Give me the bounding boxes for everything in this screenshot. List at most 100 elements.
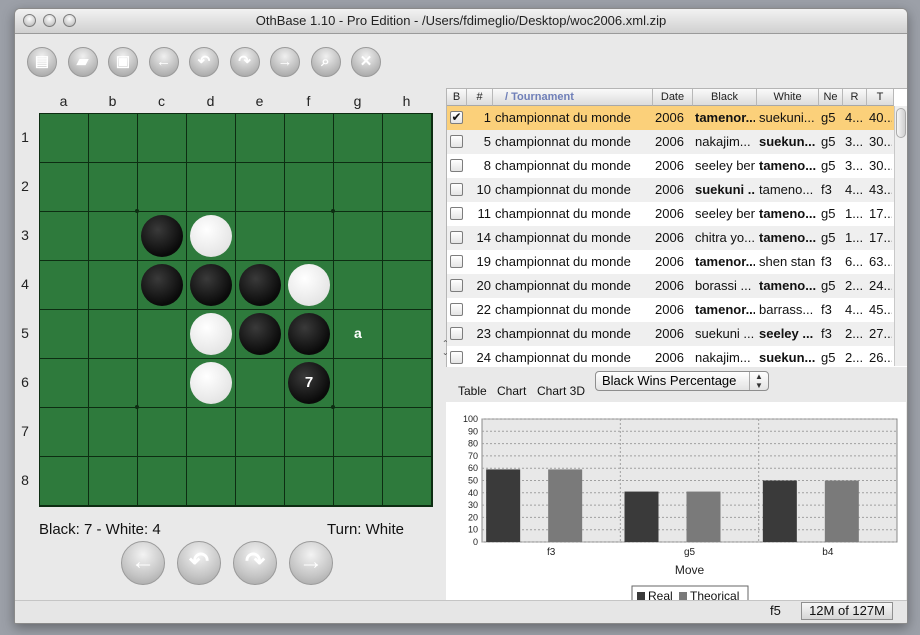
board-cell-h7[interactable] bbox=[383, 408, 432, 457]
board-cell-e8[interactable] bbox=[236, 457, 285, 506]
board-cell-a5[interactable] bbox=[40, 310, 89, 359]
board-cell-c8[interactable] bbox=[138, 457, 187, 506]
board-cell-e1[interactable] bbox=[236, 114, 285, 163]
board-cell-h6[interactable] bbox=[383, 359, 432, 408]
board-cell-g2[interactable] bbox=[334, 163, 383, 212]
row-checkbox[interactable] bbox=[450, 207, 463, 220]
title-bar[interactable]: OthBase 1.10 - Pro Edition - /Users/fdim… bbox=[15, 9, 907, 34]
next-move-button[interactable]: ↷ bbox=[233, 541, 277, 585]
board-cell-e2[interactable] bbox=[236, 163, 285, 212]
save-icon[interactable]: ▣ bbox=[108, 47, 138, 77]
board-cell-h5[interactable] bbox=[383, 310, 432, 359]
column-header-date[interactable]: Date bbox=[653, 89, 693, 106]
board-cell-f7[interactable] bbox=[285, 408, 334, 457]
bar-theorical-f3[interactable] bbox=[548, 469, 583, 542]
column-header-black[interactable]: Black bbox=[693, 89, 757, 106]
column-header-t[interactable]: T bbox=[867, 89, 894, 106]
board-cell-d8[interactable] bbox=[187, 457, 236, 506]
row-checkbox[interactable] bbox=[450, 183, 463, 196]
previous-move-button[interactable]: ↶ bbox=[177, 541, 221, 585]
board-cell-e6[interactable] bbox=[236, 359, 285, 408]
row-checkbox[interactable] bbox=[450, 231, 463, 244]
board-cell-f2[interactable] bbox=[285, 163, 334, 212]
board-cell-f1[interactable] bbox=[285, 114, 334, 163]
board-cell-f8[interactable] bbox=[285, 457, 334, 506]
chart-type-select[interactable]: Black Wins Percentage ▲ ▼ bbox=[595, 371, 769, 391]
board-cell-a2[interactable] bbox=[40, 163, 89, 212]
column-header-next[interactable]: Ne bbox=[819, 89, 843, 106]
bar-real-b4[interactable] bbox=[762, 480, 797, 543]
board-cell-d7[interactable] bbox=[187, 408, 236, 457]
board-cell-e7[interactable] bbox=[236, 408, 285, 457]
back-icon[interactable]: ↶ bbox=[189, 47, 219, 77]
search-icon[interactable]: ⌕ bbox=[310, 47, 341, 77]
board-cell-d1[interactable] bbox=[187, 114, 236, 163]
board-cell-b1[interactable] bbox=[89, 114, 138, 163]
othello-board[interactable]: 7a bbox=[39, 113, 433, 507]
board-cell-c7[interactable] bbox=[138, 408, 187, 457]
first-icon[interactable]: ← bbox=[148, 47, 179, 77]
column-header-b[interactable]: B bbox=[447, 89, 467, 106]
tab-chart[interactable]: Chart bbox=[497, 384, 526, 398]
forward-icon[interactable]: ↷ bbox=[229, 47, 260, 77]
board-cell-h2[interactable] bbox=[383, 163, 432, 212]
first-move-button[interactable]: ← bbox=[121, 541, 165, 585]
tab-chart-3d[interactable]: Chart 3D bbox=[537, 384, 585, 398]
row-checkbox[interactable] bbox=[450, 279, 463, 292]
board-cell-a4[interactable] bbox=[40, 261, 89, 310]
table-row[interactable]: 19 championnat du monde 2006 tamenor... shen… bbox=[447, 250, 894, 274]
board-cell-a1[interactable] bbox=[40, 114, 89, 163]
document-icon[interactable]: ▤ bbox=[27, 47, 57, 77]
board-cell-b2[interactable] bbox=[89, 163, 138, 212]
table-row[interactable]: 24 championnat du monde 2006 nakajim... suek… bbox=[447, 346, 894, 367]
bar-real-g5[interactable] bbox=[624, 491, 659, 542]
table-row[interactable]: 8 championnat du monde 2006 seeley ben tamen… bbox=[447, 154, 894, 178]
bar-real-f3[interactable] bbox=[486, 469, 521, 542]
board-cell-b7[interactable] bbox=[89, 408, 138, 457]
table-row[interactable]: 20 championnat du monde 2006 borassi ... tam… bbox=[447, 274, 894, 298]
memory-indicator[interactable]: 12M of 127M bbox=[801, 602, 893, 620]
board-cell-c2[interactable] bbox=[138, 163, 187, 212]
board-cell-a6[interactable] bbox=[40, 359, 89, 408]
table-row[interactable]: 11 championnat du monde 2006 seeley ben tame… bbox=[447, 202, 894, 226]
row-checkbox[interactable] bbox=[450, 159, 463, 172]
table-row[interactable]: 10 championnat du monde 2006 suekuni ... tam… bbox=[447, 178, 894, 202]
board-cell-b6[interactable] bbox=[89, 359, 138, 408]
last-icon[interactable]: → bbox=[270, 47, 300, 77]
table-row[interactable]: 22 championnat du monde 2006 tamenor... barr… bbox=[447, 298, 894, 322]
move-hint-label[interactable]: a bbox=[354, 325, 362, 341]
board-cell-a7[interactable] bbox=[40, 408, 89, 457]
board-cell-a8[interactable] bbox=[40, 457, 89, 506]
column-header-num[interactable]: # bbox=[467, 89, 493, 106]
board-cell-g8[interactable] bbox=[334, 457, 383, 506]
board-cell-h4[interactable] bbox=[383, 261, 432, 310]
board-cell-b3[interactable] bbox=[89, 212, 138, 261]
board-cell-g6[interactable] bbox=[334, 359, 383, 408]
column-header-r[interactable]: R bbox=[843, 89, 867, 106]
board-cell-c5[interactable] bbox=[138, 310, 187, 359]
board-cell-c1[interactable] bbox=[138, 114, 187, 163]
tab-table[interactable]: Table bbox=[458, 384, 487, 398]
board-cell-h1[interactable] bbox=[383, 114, 432, 163]
board-cell-g3[interactable] bbox=[334, 212, 383, 261]
board-cell-h3[interactable] bbox=[383, 212, 432, 261]
row-checkbox[interactable]: ✔ bbox=[450, 111, 463, 124]
row-checkbox[interactable] bbox=[450, 135, 463, 148]
row-checkbox[interactable] bbox=[450, 303, 463, 316]
table-row[interactable]: ✔ 1 championnat du monde 2006 tamenor... suek… bbox=[447, 106, 894, 130]
table-row[interactable]: 23 championnat du monde 2006 suekuni ... see… bbox=[447, 322, 894, 346]
board-cell-g1[interactable] bbox=[334, 114, 383, 163]
table-row[interactable]: 5 championnat du monde 2006 nakajim... sueku… bbox=[447, 130, 894, 154]
board-cell-f3[interactable] bbox=[285, 212, 334, 261]
board-cell-g4[interactable] bbox=[334, 261, 383, 310]
board-cell-h8[interactable] bbox=[383, 457, 432, 506]
split-arrows-icon[interactable]: ⌃ ⌄ bbox=[442, 339, 449, 357]
bar-theorical-g5[interactable] bbox=[686, 491, 721, 542]
board-cell-b8[interactable] bbox=[89, 457, 138, 506]
bar-theorical-b4[interactable] bbox=[824, 480, 859, 543]
table-row[interactable]: 14 championnat du monde 2006 chitra yo... ta… bbox=[447, 226, 894, 250]
row-checkbox[interactable] bbox=[450, 255, 463, 268]
last-move-button[interactable]: → bbox=[289, 541, 333, 585]
open-icon[interactable]: ▰ bbox=[67, 47, 98, 77]
board-cell-a3[interactable] bbox=[40, 212, 89, 261]
